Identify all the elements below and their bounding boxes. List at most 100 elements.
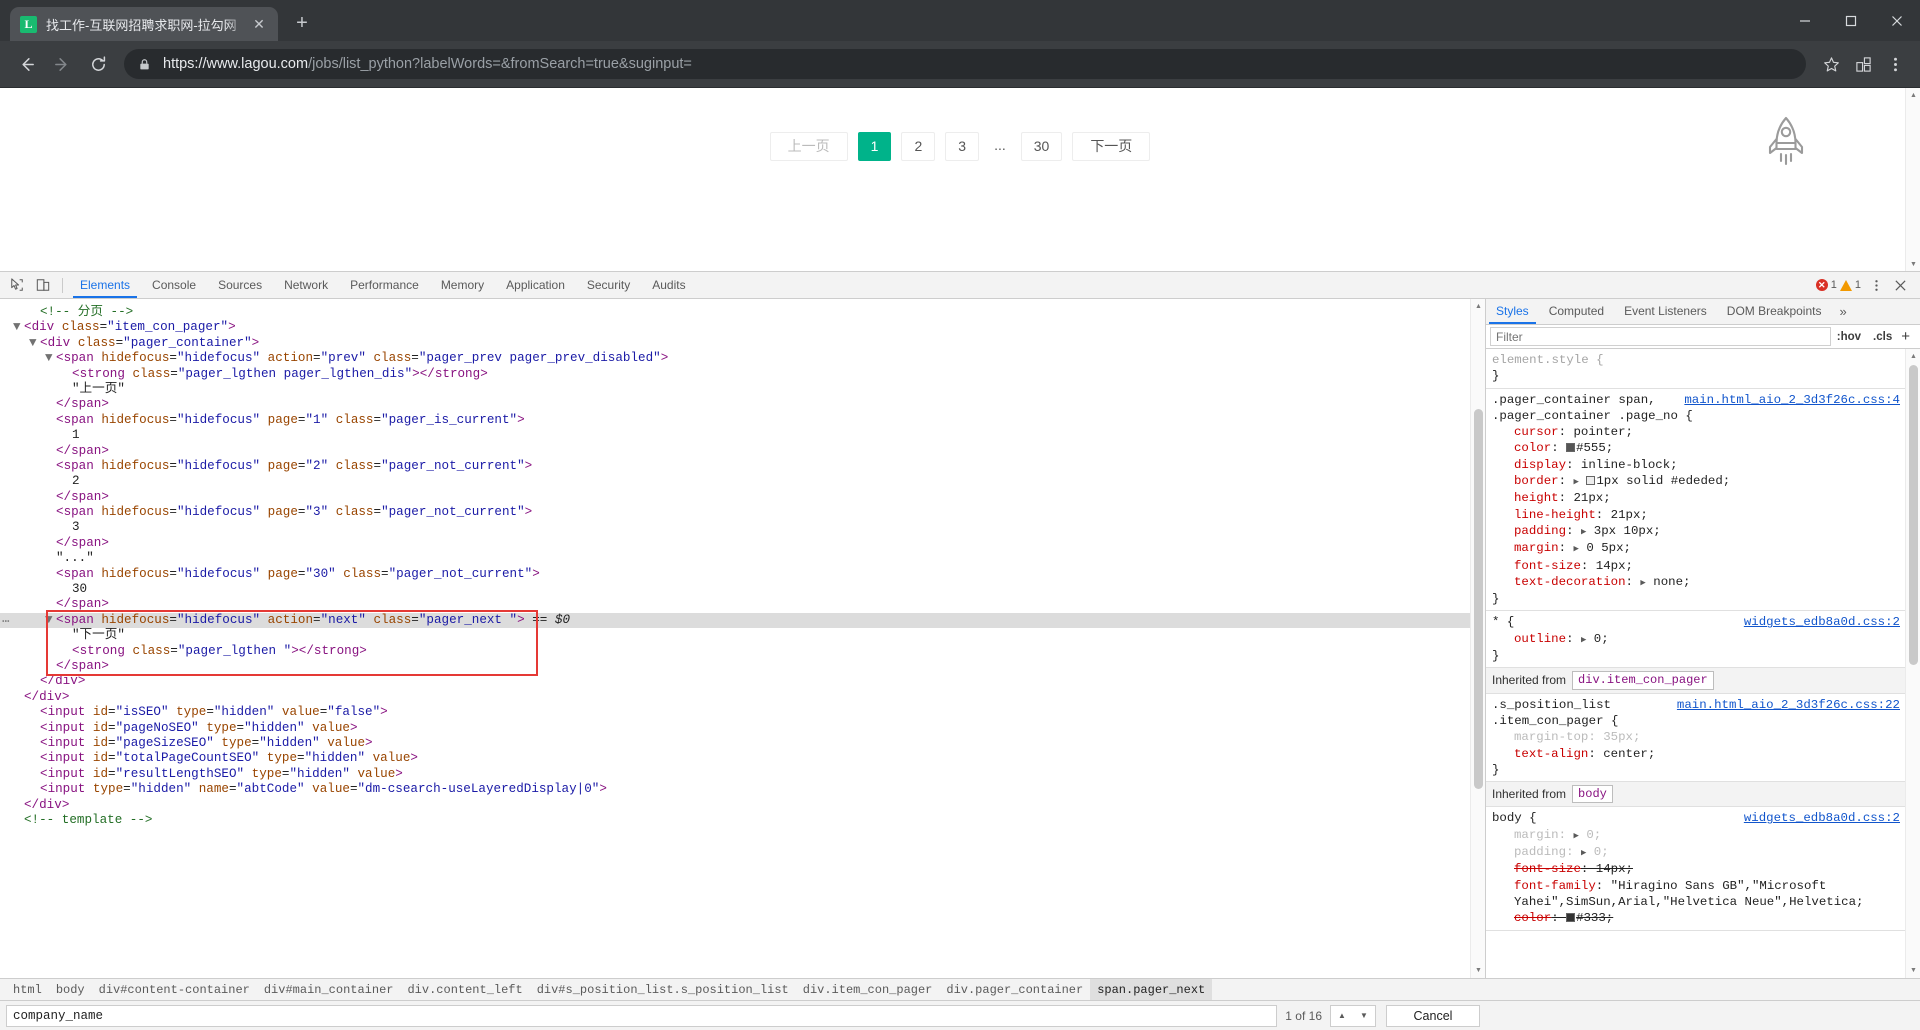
expand-triangle-icon[interactable]: ▶ — [1574, 831, 1579, 841]
dom-line[interactable]: </span> — [0, 490, 1470, 505]
breadcrumb-item[interactable]: body — [49, 983, 92, 997]
dom-line[interactable]: <span hidefocus="hidefocus" page="2" cla… — [0, 459, 1470, 474]
css-declaration[interactable]: outline: ▶ 0; — [1492, 631, 1920, 648]
dom-line[interactable]: ▼ <span hidefocus="hidefocus" action="pre… — [0, 351, 1470, 366]
dom-line[interactable]: </div> — [0, 798, 1470, 813]
css-declaration[interactable]: font-family: "Hiragino Sans GB","Microso… — [1492, 878, 1920, 911]
css-declaration[interactable]: margin-top: 35px; — [1492, 729, 1920, 745]
stylesheet-source-link[interactable]: widgets_edb8a0d.css:2 — [1744, 614, 1900, 630]
star-icon[interactable] — [1816, 49, 1846, 79]
css-declaration[interactable]: color: #333; — [1492, 910, 1920, 926]
css-value[interactable]: : #333; — [1551, 911, 1613, 925]
warning-count-badge[interactable]: 1 — [1839, 279, 1861, 291]
dom-line[interactable]: <span hidefocus="hidefocus" page="1" cla… — [0, 413, 1470, 428]
css-declaration[interactable]: padding: ▶ 0; — [1492, 844, 1920, 861]
rocket-back-to-top-icon[interactable] — [1758, 112, 1814, 174]
css-declaration[interactable]: margin: ▶ 0 5px; — [1492, 540, 1920, 557]
pager-page-3[interactable]: 3 — [945, 132, 980, 161]
close-devtools-icon[interactable] — [1888, 273, 1912, 298]
breadcrumb-item[interactable]: span.pager_next — [1090, 979, 1213, 1000]
css-declaration[interactable]: font-size: 14px; — [1492, 861, 1920, 877]
disclosure-triangle-icon[interactable]: ▼ — [45, 613, 56, 628]
styles-scrollbar[interactable]: ▲ ▼ — [1905, 349, 1920, 978]
dom-line[interactable]: ▼ <div class="item_con_pager"> — [0, 320, 1470, 335]
expand-triangle-icon[interactable]: ▶ — [1581, 635, 1586, 645]
tab-console[interactable]: Console — [141, 272, 207, 298]
breadcrumb-item[interactable]: div.pager_container — [939, 983, 1090, 997]
tab-sources[interactable]: Sources — [207, 272, 273, 298]
browser-tab[interactable]: L 找工作-互联网招聘求职网-拉勾网 ✕ — [10, 7, 278, 41]
styles-scroll-up-icon[interactable]: ▲ — [1906, 349, 1920, 364]
css-value[interactable]: : 35px; — [1588, 730, 1640, 744]
tab-audits[interactable]: Audits — [641, 272, 696, 298]
styles-scroll-down-icon[interactable]: ▼ — [1906, 963, 1920, 978]
find-cancel-button[interactable]: Cancel — [1386, 1004, 1480, 1027]
dom-line[interactable]: 3 — [0, 520, 1470, 535]
tab-styles[interactable]: Styles — [1486, 299, 1539, 324]
styles-filter-input[interactable]: Filter — [1490, 327, 1831, 346]
dom-line[interactable]: "上一页" — [0, 382, 1470, 397]
dom-line[interactable]: <input id="isSEO" type="hidden" value="f… — [0, 705, 1470, 720]
dom-line[interactable]: <span hidefocus="hidefocus" page="3" cla… — [0, 505, 1470, 520]
address-bar[interactable]: https://www.lagou.com/jobs/list_python?l… — [124, 49, 1806, 79]
tab-memory[interactable]: Memory — [430, 272, 495, 298]
css-value[interactable]: : ▶ 0 5px; — [1559, 541, 1631, 555]
dom-line[interactable]: "..." — [0, 551, 1470, 566]
dom-line[interactable]: </span> — [0, 597, 1470, 612]
inherited-source-chip[interactable]: div.item_con_pager — [1572, 671, 1714, 690]
minimize-icon[interactable] — [1782, 0, 1828, 41]
dom-line[interactable]: </div> — [0, 690, 1470, 705]
css-value[interactable]: : inline-block; — [1566, 458, 1678, 472]
scroll-down-icon[interactable]: ▼ — [1906, 257, 1920, 271]
css-declaration[interactable]: line-height: 21px; — [1492, 507, 1920, 523]
pager-page-2[interactable]: 2 — [901, 132, 936, 161]
css-declaration[interactable]: margin: ▶ 0; — [1492, 827, 1920, 844]
css-value[interactable]: : ▶ none; — [1626, 575, 1691, 589]
tab-elements[interactable]: Elements — [69, 272, 141, 298]
css-declaration[interactable]: cursor: pointer; — [1492, 424, 1920, 440]
pager-prev-button[interactable]: 上一页 — [769, 132, 848, 161]
breadcrumb-item[interactable]: html — [6, 983, 49, 997]
css-value[interactable]: : 14px; — [1581, 862, 1633, 876]
css-declaration[interactable]: font-size: 14px; — [1492, 558, 1920, 574]
css-value[interactable]: : ▶ 0; — [1566, 845, 1609, 859]
css-value[interactable]: : #555; — [1551, 441, 1613, 455]
forward-arrow-icon[interactable] — [46, 48, 78, 80]
css-value[interactable]: : ▶ 0; — [1559, 828, 1602, 842]
css-declaration[interactable]: color: #555; — [1492, 440, 1920, 456]
tab-event-listeners[interactable]: Event Listeners — [1614, 299, 1717, 324]
stylesheet-source-link[interactable]: main.html_aio_2_3d3f26c.css:4 — [1684, 392, 1900, 408]
css-declaration[interactable]: height: 21px; — [1492, 490, 1920, 506]
device-toolbar-icon[interactable] — [30, 273, 56, 298]
page-scrollbar[interactable]: ▲ ▼ — [1905, 88, 1920, 271]
css-rule[interactable]: main.html_aio_2_3d3f26c.css:4 .pager_cont… — [1486, 389, 1920, 612]
cls-toggle-button[interactable]: .cls — [1867, 331, 1898, 343]
css-value[interactable]: : 21px; — [1559, 491, 1611, 505]
css-value[interactable]: : ▶ 0; — [1566, 632, 1609, 646]
expand-triangle-icon[interactable]: ▶ — [1574, 477, 1579, 487]
close-icon[interactable] — [1874, 0, 1920, 41]
dom-scrollbar[interactable]: ▲ ▼ — [1470, 299, 1485, 978]
expand-triangle-icon[interactable]: ▶ — [1574, 544, 1579, 554]
breadcrumb-item[interactable]: div.item_con_pager — [796, 983, 940, 997]
dom-tree-pane[interactable]: <!-- 分页 --> ▼ <div class="item_con_pager">… — [0, 299, 1486, 978]
dom-line[interactable]: <strong class="pager_lgthen pager_lgthen… — [0, 367, 1470, 382]
extensions-icon[interactable] — [1848, 49, 1878, 79]
expand-triangle-icon[interactable]: ▶ — [1640, 578, 1645, 588]
stylesheet-source-link[interactable]: main.html_aio_2_3d3f26c.css:22 — [1677, 697, 1900, 713]
dom-line[interactable]: <input type="hidden" name="abtCode" valu… — [0, 782, 1470, 797]
dom-line[interactable]: <!-- 分页 --> — [0, 305, 1470, 320]
inspect-element-icon[interactable] — [4, 273, 30, 298]
css-value[interactable]: : 21px; — [1596, 508, 1648, 522]
new-tab-button[interactable]: + — [288, 9, 316, 37]
dom-scroll-up-icon[interactable]: ▲ — [1471, 299, 1485, 314]
back-arrow-icon[interactable] — [10, 48, 42, 80]
chevron-double-right-icon[interactable]: » — [1831, 304, 1854, 319]
kebab-menu-icon[interactable] — [1864, 273, 1888, 298]
dom-scroll-thumb[interactable] — [1474, 409, 1483, 789]
css-value[interactable]: : ▶ 1px solid #ededed; — [1559, 474, 1731, 488]
disclosure-triangle-icon[interactable]: ▼ — [13, 320, 24, 335]
dom-line[interactable]: <input id="pageSizeSEO" type="hidden" va… — [0, 736, 1470, 751]
chevron-up-icon[interactable]: ▲ — [1331, 1006, 1353, 1026]
dom-line-selected[interactable]: ▼ <span hidefocus="hidefocus" action="nex… — [0, 612, 1470, 629]
